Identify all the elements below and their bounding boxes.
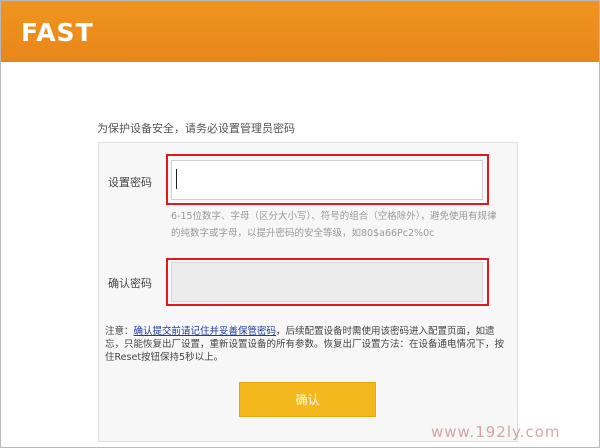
site-watermark: www.192ly.com: [431, 423, 561, 441]
set-password-label: 设置密码: [108, 176, 152, 189]
confirm-button[interactable]: 确认: [239, 382, 376, 417]
intro-text: 为保护设备安全，请务必设置管理员密码: [97, 122, 295, 135]
text-cursor: [176, 169, 177, 189]
confirm-password-label: 确认密码: [108, 277, 152, 290]
set-password-input[interactable]: [171, 160, 483, 200]
password-hint: 6-15位数字、字母（区分大小写）、符号的组合（空格除外），避免使用有规律的纯数…: [171, 211, 497, 239]
remember-password-link[interactable]: 确认提交前请记住并妥善保管密码: [134, 326, 277, 337]
notice-prefix: 注意：: [105, 326, 134, 337]
fast-logo: FAST: [21, 18, 94, 47]
notice-text: 注意：确认提交前请记住并妥善保管密码，后续配置设备时需使用该密码进入配置页面，如…: [105, 325, 507, 364]
confirm-password-input[interactable]: [171, 262, 483, 302]
header-bar: FAST: [1, 1, 599, 62]
